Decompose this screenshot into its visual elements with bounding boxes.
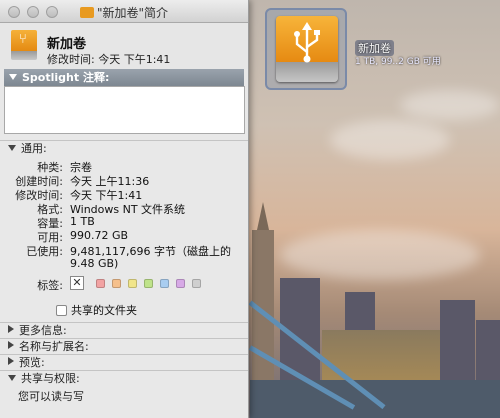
title-bar[interactable]: "新加卷"简介 — [0, 0, 248, 23]
disclosure-right-icon — [8, 357, 14, 365]
drive-icon-selected[interactable] — [265, 8, 347, 90]
info-header: ⑂ 新加卷 修改时间: 今天 下午1:41 — [0, 23, 248, 69]
info-row-format: 格式: Windows NT 文件系统 — [0, 201, 248, 216]
tag-color-blue[interactable] — [160, 279, 169, 288]
tags-label: 标签: — [37, 279, 63, 292]
tag-color-orange[interactable] — [112, 279, 121, 288]
disclosure-down-icon — [8, 145, 16, 151]
volume-name: 新加卷 — [47, 37, 87, 52]
disclosure-right-icon — [8, 325, 14, 333]
tag-color-yellow[interactable] — [128, 279, 137, 288]
usb-drive-icon — [276, 16, 338, 82]
disclosure-down-icon — [9, 74, 17, 80]
info-value: 9.48 GB) — [70, 257, 119, 270]
tags-row: 标签: ✕ — [0, 276, 248, 292]
modified-date: 修改时间: 今天 下午1:41 — [47, 53, 171, 66]
info-row-available: 可用: 990.72 GB — [0, 229, 248, 244]
clear-tag-button[interactable]: ✕ — [70, 276, 84, 290]
spotlight-section-header[interactable]: Spotlight 注释: — [4, 69, 244, 86]
general-section: 种类: 宗卷 创建时间: 今天 上午11:36 修改时间: 今天 下午1:41 … — [0, 156, 248, 317]
section-preview[interactable]: 预览: — [0, 354, 248, 370]
section-name-extension[interactable]: 名称与扩展名: — [0, 338, 248, 354]
zoom-button[interactable] — [46, 6, 58, 18]
info-row-modified: 修改时间: 今天 下午1:41 — [0, 187, 248, 202]
close-button[interactable] — [8, 6, 20, 18]
info-row-used-cont: 9.48 GB) — [0, 257, 248, 270]
drive-capacity-label: 1 TB, 99..2 GB 可用 — [355, 57, 441, 67]
drive-icon — [80, 7, 94, 18]
info-value: 1 TB — [70, 215, 95, 228]
tag-color-red[interactable] — [96, 279, 105, 288]
window-title: "新加卷"简介 — [80, 4, 168, 21]
disclosure-right-icon — [8, 341, 14, 349]
general-section-header[interactable]: 通用: — [0, 140, 248, 156]
shared-folder-label: 共享的文件夹 — [71, 304, 137, 317]
tag-color-purple[interactable] — [176, 279, 185, 288]
permissions-text: 您可以读与写 — [18, 390, 84, 403]
get-info-window: "新加卷"简介 ⑂ 新加卷 修改时间: 今天 下午1:41 Spotlight … — [0, 0, 249, 418]
shared-folder-option[interactable]: 共享的文件夹 — [56, 302, 137, 318]
usb-drive-icon: ⑂ — [11, 30, 37, 60]
info-row-capacity: 容量: 1 TB — [0, 215, 248, 230]
info-value: 990.72 GB — [70, 229, 129, 242]
info-row-used: 已使用: 9,481,117,696 字节（磁盘上的 — [0, 243, 248, 258]
minimize-button[interactable] — [27, 6, 39, 18]
section-more-info[interactable]: 更多信息: — [0, 322, 248, 338]
tag-color-green[interactable] — [144, 279, 153, 288]
shared-folder-checkbox[interactable] — [56, 305, 67, 316]
info-row-created: 创建时间: 今天 上午11:36 — [0, 173, 248, 188]
tag-color-gray[interactable] — [192, 279, 201, 288]
disclosure-down-icon — [8, 375, 16, 381]
section-sharing-permissions[interactable]: 共享与权限: — [0, 370, 248, 386]
info-row-kind: 种类: 宗卷 — [0, 159, 248, 174]
spotlight-comments-field[interactable] — [4, 86, 245, 134]
